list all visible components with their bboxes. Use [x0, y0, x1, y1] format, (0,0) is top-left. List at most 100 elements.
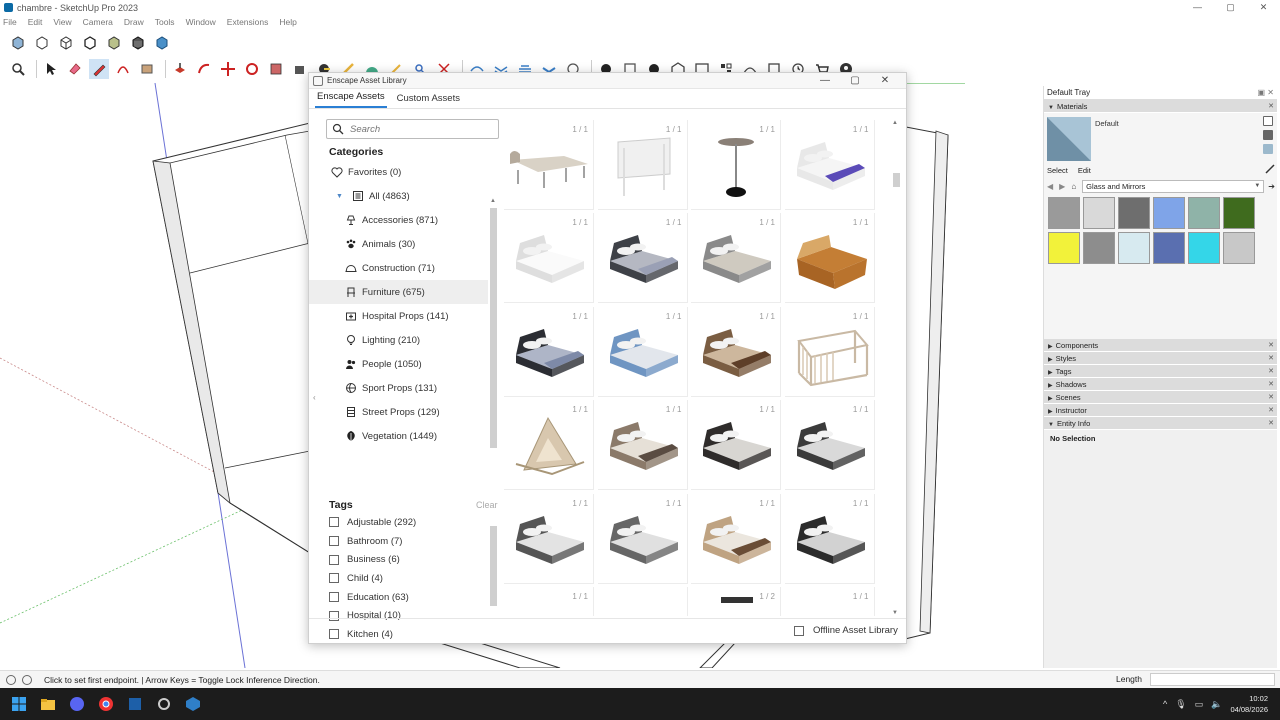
- asset-card[interactable]: 1 / 1: [504, 213, 594, 304]
- eyedropper-icon[interactable]: [1265, 164, 1275, 174]
- scenes-panel-header[interactable]: ▶ Scenes ✕: [1044, 391, 1277, 404]
- category-item[interactable]: ▼ All (4863): [309, 184, 488, 208]
- material-swatch[interactable]: [1083, 232, 1115, 264]
- menu-extensions[interactable]: Extensions: [227, 17, 269, 27]
- settings-gear-icon[interactable]: [154, 694, 174, 714]
- dialog-titlebar[interactable]: Enscape Asset Library — ▢ ✕: [309, 73, 906, 89]
- push-pull-icon[interactable]: [170, 59, 190, 79]
- category-item[interactable]: Hospital Props (141): [309, 304, 488, 328]
- windows-start-icon[interactable]: [9, 694, 29, 714]
- asset-card[interactable]: 1 / 1: [784, 493, 875, 584]
- search-input[interactable]: [350, 123, 490, 135]
- instructor-panel-header[interactable]: ▶ Instructor ✕: [1044, 404, 1277, 417]
- menu-view[interactable]: View: [53, 17, 71, 27]
- tag-item[interactable]: Education (63): [329, 588, 489, 607]
- material-swatch[interactable]: [1153, 232, 1185, 264]
- asset-card[interactable]: 1 / 1: [597, 400, 688, 491]
- asset-card[interactable]: 1 / 1: [504, 306, 594, 397]
- tags-clear-button[interactable]: Clear: [476, 500, 498, 510]
- chrome-icon[interactable]: [96, 694, 116, 714]
- line-pencil-icon[interactable]: [89, 59, 109, 79]
- tag-item[interactable]: Adjustable (292): [329, 513, 489, 532]
- category-scrollbar[interactable]: ▲: [489, 198, 497, 488]
- materials-edit-tab[interactable]: Edit: [1078, 166, 1091, 175]
- menu-camera[interactable]: Camera: [83, 17, 113, 27]
- zoom-search-icon[interactable]: [8, 59, 28, 79]
- panel-close-icon[interactable]: ✕: [1268, 339, 1274, 352]
- scrollbar-thumb[interactable]: [893, 173, 900, 187]
- category-item[interactable]: Street Props (129): [309, 400, 488, 424]
- rectangle-icon[interactable]: [137, 59, 157, 79]
- components-panel-header[interactable]: ▶ Components ✕: [1044, 339, 1277, 352]
- microphone-icon[interactable]: 🎙: [1175, 699, 1186, 710]
- eraser-icon[interactable]: [65, 59, 85, 79]
- material-swatch[interactable]: [1153, 197, 1185, 229]
- asset-grid-scrollbar[interactable]: ▲ ▼: [892, 120, 902, 616]
- asset-card[interactable]: 1 / 1: [691, 306, 781, 397]
- menu-window[interactable]: Window: [186, 17, 216, 27]
- tag-item[interactable]: Business (6): [329, 550, 489, 569]
- entity-info-panel-header[interactable]: ▼ Entity Info ✕: [1044, 417, 1277, 430]
- details-arrow-icon[interactable]: ➔: [1268, 182, 1275, 191]
- asset-card[interactable]: 1 / 1: [784, 120, 875, 210]
- asset-card[interactable]: 1 / 1: [691, 493, 781, 584]
- category-item[interactable]: Construction (71): [309, 256, 488, 280]
- menu-edit[interactable]: Edit: [28, 17, 43, 27]
- back-edges-style-icon[interactable]: [32, 33, 52, 53]
- forward-arrow-icon[interactable]: ▶: [1059, 182, 1065, 191]
- category-item[interactable]: Accessories (871): [309, 208, 488, 232]
- asset-card[interactable]: 1 / 1: [504, 120, 594, 210]
- menu-file[interactable]: File: [3, 17, 17, 27]
- maximize-button[interactable]: ▢: [1214, 0, 1247, 15]
- tray-pin-icon[interactable]: ▣ ✕: [1258, 86, 1274, 100]
- material-swatch[interactable]: [1188, 232, 1220, 264]
- measurements-input[interactable]: [1150, 673, 1275, 686]
- asset-card[interactable]: 1 / 1: [504, 400, 594, 491]
- material-swatch[interactable]: [1083, 197, 1115, 229]
- asset-card[interactable]: 1 / 1: [597, 306, 688, 397]
- tag-item[interactable]: Bathroom (7): [329, 532, 489, 551]
- scrollbar-thumb[interactable]: [490, 526, 497, 606]
- tag-checkbox[interactable]: [329, 592, 339, 603]
- category-item[interactable]: Animals (30): [309, 232, 488, 256]
- volume-icon[interactable]: 🔈: [1211, 699, 1222, 710]
- asset-card[interactable]: 1 / 1: [784, 306, 875, 397]
- tag-checkbox[interactable]: [329, 517, 339, 528]
- panel-close-icon[interactable]: ✕: [1268, 404, 1274, 417]
- asset-card[interactable]: [597, 586, 688, 616]
- arc-icon[interactable]: [113, 59, 133, 79]
- scrollbar-thumb[interactable]: [490, 208, 497, 448]
- material-swatch[interactable]: [1048, 232, 1080, 264]
- select-arrow-icon[interactable]: [41, 59, 61, 79]
- asset-card[interactable]: 1 / 1: [691, 400, 781, 491]
- panel-close-icon[interactable]: ✕: [1268, 352, 1274, 365]
- menu-help[interactable]: Help: [279, 17, 296, 27]
- shaded-textures-style-icon[interactable]: [128, 33, 148, 53]
- menu-tools[interactable]: Tools: [155, 17, 175, 27]
- sample-paint-icon[interactable]: [1263, 144, 1273, 154]
- dialog-close-button[interactable]: ✕: [870, 73, 900, 89]
- dialog-maximize-button[interactable]: ▢: [840, 73, 870, 89]
- panel-close-icon[interactable]: ✕: [1268, 417, 1274, 430]
- materials-select-tab[interactable]: Select: [1047, 166, 1068, 175]
- system-clock[interactable]: 10:02 04/08/2026: [1230, 693, 1268, 715]
- tag-checkbox[interactable]: [329, 573, 339, 584]
- hidden-line-style-icon[interactable]: [80, 33, 100, 53]
- asset-card[interactable]: 1 / 1: [597, 120, 688, 210]
- offline-checkbox[interactable]: [794, 625, 804, 636]
- panel-close-icon[interactable]: ✕: [1268, 100, 1274, 113]
- dialog-minimize-button[interactable]: —: [810, 73, 840, 89]
- category-item[interactable]: Furniture (675): [309, 280, 488, 304]
- styles-panel-header[interactable]: ▶ Styles ✕: [1044, 352, 1277, 365]
- tab-enscape-assets[interactable]: Enscape Assets: [315, 91, 387, 108]
- asset-card[interactable]: 1 / 1: [504, 586, 594, 616]
- rotate-icon[interactable]: [242, 59, 262, 79]
- category-item[interactable]: Vegetation (1449): [309, 424, 488, 448]
- panel-close-icon[interactable]: ✕: [1268, 365, 1274, 378]
- category-item[interactable]: People (1050): [309, 352, 488, 376]
- edit-material-icon[interactable]: [1263, 116, 1273, 126]
- monochrome-style-icon[interactable]: [152, 33, 172, 53]
- wireframe-style-icon[interactable]: [56, 33, 76, 53]
- back-arrow-icon[interactable]: ◀: [1047, 182, 1053, 191]
- material-swatch[interactable]: [1223, 232, 1255, 264]
